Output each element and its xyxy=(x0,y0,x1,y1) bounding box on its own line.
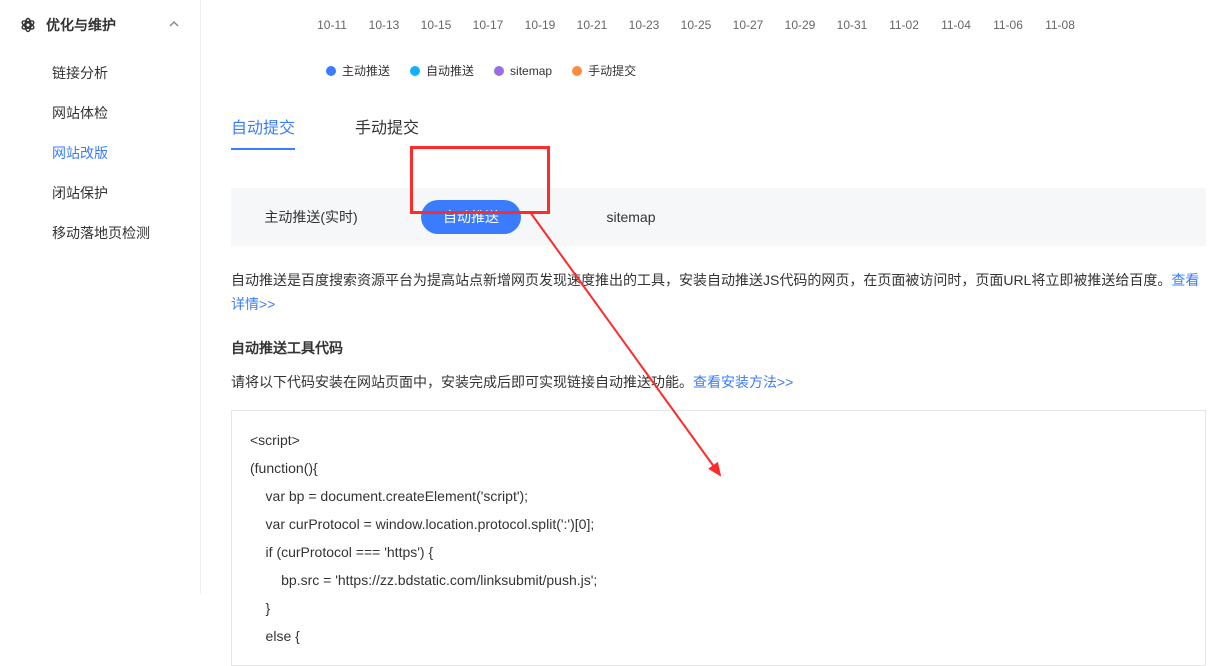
sidebar-group-header[interactable]: 优化与维护 xyxy=(0,15,200,53)
install-guide-link[interactable]: 查看安装方法>> xyxy=(693,374,793,390)
subdesc-text: 请将以下代码安装在网站页面中，安装完成后即可实现链接自动推送功能。 xyxy=(231,374,693,390)
method-bar: 主动推送(实时) 自动推送 sitemap xyxy=(231,188,1206,246)
legend-dot-icon xyxy=(494,66,504,76)
sidebar-item-link-analysis[interactable]: 链接分析 xyxy=(0,53,200,93)
legend-label: 自动推送 xyxy=(426,62,474,79)
xaxis-tick: 11-06 xyxy=(982,18,1034,32)
sidebar-item-site-check[interactable]: 网站体检 xyxy=(0,93,200,133)
sidebar-item-site-revision[interactable]: 网站改版 xyxy=(0,133,200,173)
xaxis-tick: 11-08 xyxy=(1034,18,1086,32)
sidebar-group-title: 优化与维护 xyxy=(46,15,116,35)
method-auto-push[interactable]: 自动推送 xyxy=(421,200,521,234)
legend-label: 主动推送 xyxy=(342,62,390,79)
legend-dot-icon xyxy=(410,66,420,76)
main-content: 10-11 10-13 10-15 10-17 10-19 10-21 10-2… xyxy=(201,0,1226,666)
code-subdesc: 请将以下代码安装在网站页面中，安装完成后即可实现链接自动推送功能。查看安装方法>… xyxy=(231,372,1206,392)
xaxis-tick: 10-11 xyxy=(306,18,358,32)
xaxis-tick: 10-13 xyxy=(358,18,410,32)
submit-tabs: 自动提交 手动提交 xyxy=(231,114,1206,150)
xaxis-tick: 10-17 xyxy=(462,18,514,32)
description: 自动推送是百度搜索资源平台为提高站点新增网页发现速度推出的工具，安装自动推送JS… xyxy=(231,268,1206,316)
legend-item[interactable]: sitemap xyxy=(494,62,552,79)
xaxis-tick: 10-19 xyxy=(514,18,566,32)
tab-manual-submit[interactable]: 手动提交 xyxy=(355,114,419,150)
xaxis-tick: 10-15 xyxy=(410,18,462,32)
legend-item[interactable]: 自动推送 xyxy=(410,62,474,79)
legend-label: sitemap xyxy=(510,64,552,78)
legend-item[interactable]: 主动推送 xyxy=(326,62,390,79)
sidebar-item-site-close[interactable]: 闭站保护 xyxy=(0,173,200,213)
method-active-push[interactable]: 主动推送(实时) xyxy=(231,207,391,227)
chart-legend: 主动推送 自动推送 sitemap 手动提交 xyxy=(326,62,1206,79)
xaxis-tick: 11-04 xyxy=(930,18,982,32)
xaxis-tick: 10-21 xyxy=(566,18,618,32)
xaxis-tick: 11-02 xyxy=(878,18,930,32)
legend-item[interactable]: 手动提交 xyxy=(572,62,636,79)
legend-label: 手动提交 xyxy=(588,62,636,79)
xaxis-tick: 10-23 xyxy=(618,18,670,32)
chart-xaxis: 10-11 10-13 10-15 10-17 10-19 10-21 10-2… xyxy=(306,18,1206,32)
method-sitemap[interactable]: sitemap xyxy=(551,209,711,225)
xaxis-tick: 10-27 xyxy=(722,18,774,32)
sidebar-item-mobile-landing[interactable]: 移动落地页检测 xyxy=(0,213,200,253)
xaxis-tick: 10-29 xyxy=(774,18,826,32)
optimize-icon xyxy=(20,17,36,33)
sidebar: 优化与维护 链接分析 网站体检 网站改版 闭站保护 移动落地页检测 xyxy=(0,0,200,594)
code-box[interactable]: <script> (function(){ var bp = document.… xyxy=(231,410,1206,666)
xaxis-tick: 10-31 xyxy=(826,18,878,32)
method-auto-push-wrap: 自动推送 xyxy=(391,200,551,234)
chevron-up-icon xyxy=(168,17,180,33)
legend-dot-icon xyxy=(326,66,336,76)
xaxis-tick: 10-25 xyxy=(670,18,722,32)
description-text: 自动推送是百度搜索资源平台为提高站点新增网页发现速度推出的工具，安装自动推送JS… xyxy=(231,272,1171,288)
code-subtitle: 自动推送工具代码 xyxy=(231,338,1206,358)
tab-auto-submit[interactable]: 自动提交 xyxy=(231,114,295,150)
legend-dot-icon xyxy=(572,66,582,76)
